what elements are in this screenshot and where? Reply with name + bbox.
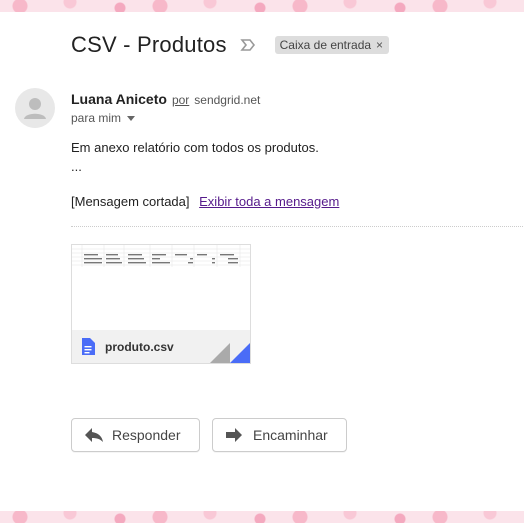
recipients-dropdown[interactable]: para mim	[71, 111, 136, 125]
attachment-card[interactable]: produto.csv	[71, 244, 251, 364]
chevron-down-icon[interactable]	[127, 115, 136, 121]
spreadsheet-thumbnail	[72, 245, 250, 330]
recipients-label: para mim	[71, 111, 122, 125]
sender-avatar	[15, 88, 55, 128]
show-full-message-link[interactable]: Exibir toda a mensagem	[199, 194, 339, 209]
via-link[interactable]: por	[172, 93, 189, 107]
attachment-file-name: produto.csv	[105, 339, 174, 354]
body-line-1: Em anexo relatório com todos os produtos…	[71, 140, 319, 155]
message-body: Em anexo relatório com todos os produtos…	[71, 138, 319, 176]
page-fold-icon	[230, 343, 250, 363]
important-marker-icon[interactable]	[239, 36, 257, 54]
reply-icon	[85, 428, 103, 442]
trimmed-notice: [Mensagem cortada] Exibir toda a mensage…	[71, 194, 339, 209]
reply-button-label: Responder	[112, 427, 181, 443]
sender-domain: sendgrid.net	[194, 93, 261, 107]
forward-button[interactable]: Encaminhar	[212, 418, 347, 452]
theme-background-bottom	[0, 511, 524, 523]
page-fold-shadow	[210, 343, 230, 363]
email-subject: CSV - Produtos	[71, 32, 227, 57]
inbox-label-chip: Caixa de entrada ×	[274, 36, 390, 54]
attachment-divider	[71, 226, 523, 227]
inbox-label-text: Caixa de entrada	[279, 38, 372, 52]
forward-icon	[226, 428, 242, 442]
remove-label-icon[interactable]: ×	[376, 38, 383, 52]
person-icon	[24, 98, 46, 119]
message-panel: CSV - Produtos Caixa de entrada × Luana …	[0, 12, 524, 511]
forward-button-label: Encaminhar	[253, 427, 328, 443]
subject-row: CSV - Produtos Caixa de entrada ×	[71, 32, 390, 58]
doc-icon	[82, 338, 95, 355]
attachment-preview	[72, 245, 250, 330]
sender-row: Luana Aniceto por sendgrid.net	[71, 91, 260, 107]
reply-button[interactable]: Responder	[71, 418, 200, 452]
body-line-2: ...	[71, 159, 82, 174]
trimmed-label: [Mensagem cortada]	[71, 194, 190, 209]
sender-name[interactable]: Luana Aniceto	[71, 91, 167, 107]
theme-background-top	[0, 0, 524, 12]
